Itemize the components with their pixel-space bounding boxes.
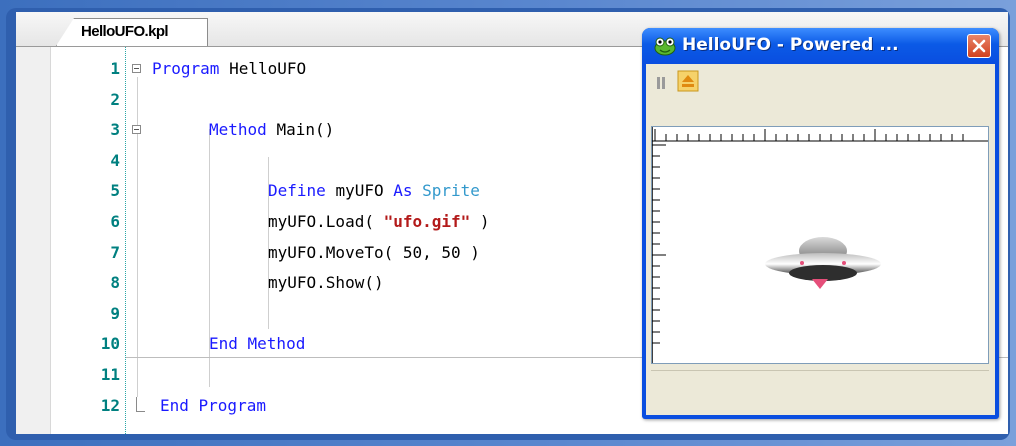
tab-label: HelloUFO.kpl — [81, 23, 169, 40]
sprite-canvas[interactable] — [651, 126, 989, 364]
close-button[interactable] — [967, 34, 991, 58]
code-token: As — [393, 181, 423, 201]
window-toolbar — [646, 64, 995, 102]
code-text: Program HelloUFO — [152, 59, 306, 78]
line-number: 2 — [110, 89, 120, 109]
close-icon — [972, 39, 986, 53]
fold-toggle-icon[interactable] — [132, 64, 141, 73]
window-body — [646, 64, 995, 415]
code-text: End Method — [209, 334, 305, 353]
line-number: 7 — [110, 242, 120, 262]
fold-toggle-icon[interactable] — [132, 125, 141, 135]
line-number: 10 — [100, 334, 120, 354]
code-token: "ufo.gif" — [383, 212, 471, 231]
code-token: Method — [209, 120, 277, 140]
line-number: 9 — [110, 303, 120, 323]
line-number: 5 — [110, 181, 120, 201]
code-token: myUFO — [335, 181, 394, 201]
pause-icon[interactable] — [656, 76, 666, 90]
code-token: Main() — [276, 120, 335, 140]
line-number: 1 — [110, 59, 120, 78]
code-text: myUFO.Load( "ufo.gif" ) — [268, 212, 490, 231]
code-text: myUFO.MoveTo( 50, 50 ) — [268, 243, 480, 262]
code-text: End Program — [160, 396, 266, 415]
window-status-bar — [651, 370, 989, 411]
ufo-sprite — [765, 237, 881, 289]
code-token: Sprite — [422, 181, 480, 201]
code-token: End Program — [160, 395, 266, 415]
line-number: 4 — [110, 150, 120, 170]
code-text: Method Main() — [209, 120, 334, 139]
code-token: myUFO.Load( — [268, 212, 384, 231]
frog-icon — [654, 37, 676, 56]
line-number: 12 — [100, 395, 120, 415]
window-titlebar[interactable]: HelloUFO - Powered ... — [642, 28, 999, 64]
line-number: 8 — [110, 273, 120, 293]
code-token: End Method — [209, 334, 306, 354]
hellooufo-window[interactable]: HelloUFO - Powered ... — [642, 28, 999, 419]
code-token: ) — [470, 212, 490, 231]
tab-hellooufo[interactable]: HelloUFO.kpl — [56, 18, 208, 46]
line-number: 6 — [110, 212, 120, 231]
line-number: 3 — [110, 120, 120, 140]
code-token: Program — [152, 59, 230, 78]
code-token: Define — [268, 181, 336, 201]
code-text: Define myUFO As Sprite — [268, 181, 480, 200]
code-token: HelloUFO — [229, 59, 307, 78]
window-title: HelloUFO - Powered ... — [682, 35, 899, 55]
code-token: myUFO.Show() — [268, 273, 384, 293]
line-number: 11 — [100, 365, 120, 384]
code-text: myUFO.Show() — [268, 273, 384, 292]
code-token: myUFO.MoveTo( 50, 50 ) — [268, 242, 480, 262]
eject-icon[interactable] — [677, 70, 699, 92]
